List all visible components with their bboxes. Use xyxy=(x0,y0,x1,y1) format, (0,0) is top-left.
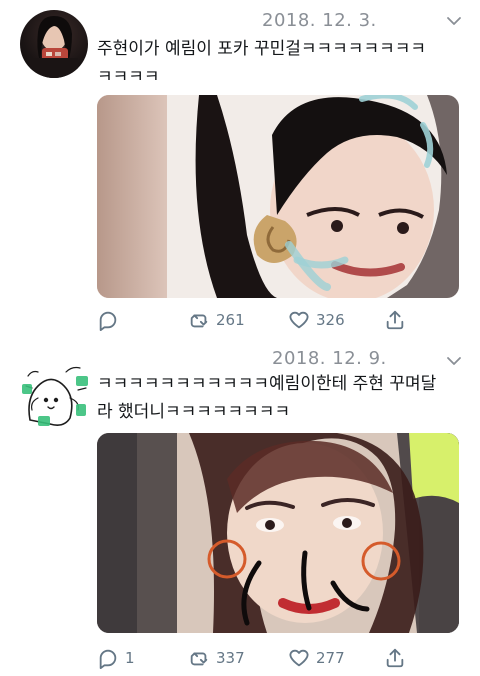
tweet-text: ㅋㅋㅋㅋㅋㅋㅋㅋㅋㅋㅋ예림이한테 주현 꾸며달 라 했더니ㅋㅋㅋㅋㅋㅋㅋㅋ xyxy=(97,374,437,422)
chevron-down-icon[interactable] xyxy=(445,12,463,30)
tweet-date[interactable]: 2018. 12. 3. xyxy=(262,10,377,31)
tweet[interactable]: 2018. 12. 3. 주현이가 예림이 포카 꾸민걸ㅋㅋㅋㅋㅋㅋㅋㅋ ㅋㅋㅋ… xyxy=(0,0,480,340)
like-count: 277 xyxy=(316,649,345,667)
avatar[interactable] xyxy=(20,358,92,430)
heart-icon xyxy=(289,311,309,329)
chevron-down-icon[interactable] xyxy=(445,352,463,370)
like-button[interactable]: 326 xyxy=(288,305,345,335)
retweet-count: 261 xyxy=(216,311,245,329)
retweet-button[interactable]: 261 xyxy=(188,305,245,335)
share-button[interactable] xyxy=(384,643,406,673)
reply-icon xyxy=(99,311,117,331)
retweet-button[interactable]: 337 xyxy=(188,643,245,673)
like-button[interactable]: 277 xyxy=(288,643,345,673)
share-icon xyxy=(386,310,404,330)
avatar[interactable] xyxy=(20,10,88,78)
tweet[interactable]: 2018. 12. 9. ㅋㅋㅋㅋㅋㅋㅋㅋㅋㅋㅋ예림이한테 주현 꾸며달 라 했… xyxy=(0,340,480,676)
like-count: 326 xyxy=(316,311,345,329)
reply-button[interactable]: 1 xyxy=(97,643,135,673)
ghost-doodle-avatar xyxy=(22,366,88,426)
reply-button[interactable] xyxy=(97,305,125,335)
tweet-actions: 1 337 277 xyxy=(0,643,480,673)
heart-icon xyxy=(289,649,309,667)
photo-illustration xyxy=(97,95,459,298)
reply-icon xyxy=(99,649,117,669)
tweet-photo[interactable] xyxy=(97,95,459,298)
retweet-icon xyxy=(190,314,208,328)
tweet-text: 주현이가 예림이 포카 꾸민걸ㅋㅋㅋㅋㅋㅋㅋㅋ ㅋㅋㅋㅋ xyxy=(97,39,427,87)
avatar-photo xyxy=(30,16,78,78)
share-icon xyxy=(386,648,404,668)
tweet-photo[interactable] xyxy=(97,433,459,633)
share-button[interactable] xyxy=(384,305,406,335)
photo-illustration xyxy=(97,433,459,633)
retweet-count: 337 xyxy=(216,649,245,667)
tweet-date[interactable]: 2018. 12. 9. xyxy=(272,348,387,369)
reply-count: 1 xyxy=(125,649,135,667)
retweet-icon xyxy=(190,652,208,666)
tweet-actions: 261 326 xyxy=(0,305,480,335)
